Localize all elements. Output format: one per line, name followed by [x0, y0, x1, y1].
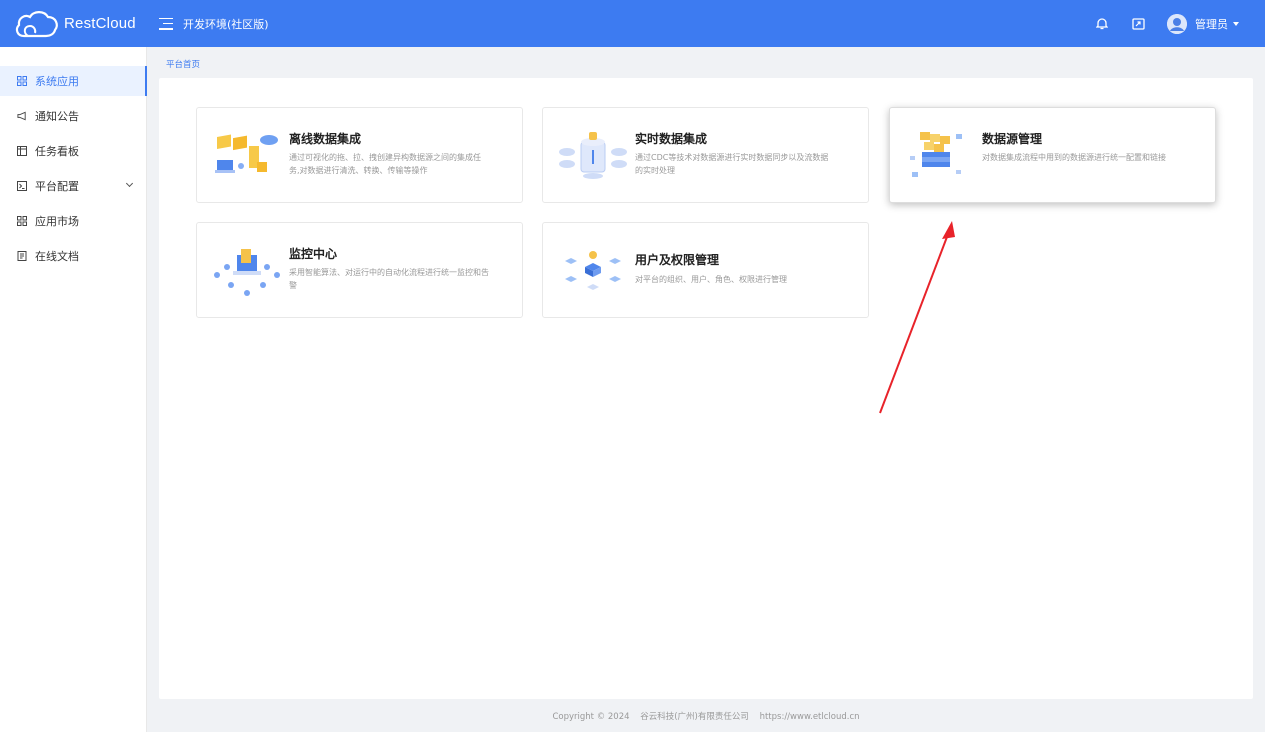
permission-illustration-icon [565, 251, 621, 290]
card-title: 用户及权限管理 [635, 253, 720, 267]
top-header: RestCloud 开发环境(社区版) 管理员 [0, 0, 1265, 47]
document-icon [17, 251, 27, 261]
sidebar-item-label: 通知公告 [35, 110, 79, 123]
cloud-logo-icon [15, 10, 58, 37]
sidebar-item-system-apps[interactable]: 系统应用 [0, 66, 147, 96]
footer-url[interactable]: https://www.etlcloud.cn [760, 712, 860, 722]
user-name[interactable]: 管理员 [1195, 16, 1228, 32]
etl-illustration-icon [215, 134, 278, 173]
footer-company: 谷云科技(广州)有限责任公司 [640, 712, 749, 722]
screen-share-icon[interactable] [1131, 17, 1145, 31]
terminal-icon [17, 181, 27, 191]
card-description: 通过CDC等技术对数据源进行实时数据同步以及流数据的实时处理 [635, 153, 829, 175]
card-title: 实时数据集成 [635, 132, 708, 146]
sidebar-item-label: 系统应用 [35, 75, 79, 88]
sidebar-item-task-board[interactable]: 任务看板 [0, 136, 146, 166]
card-offline-integration[interactable]: 离线数据集成 通过可视化的拖、拉、拽创建异构数据源之间的集成任务,对数据进行清洗… [196, 107, 523, 203]
card-datasource-management[interactable]: 数据源管理 对数据集成流程中用到的数据源进行统一配置和链接 [889, 107, 1216, 203]
bell-icon[interactable] [1095, 17, 1109, 31]
chevron-down-icon[interactable] [1233, 21, 1239, 26]
sidebar-item-label: 任务看板 [35, 145, 79, 158]
card-title: 监控中心 [289, 247, 338, 261]
card-description: 对数据集成流程中用到的数据源进行统一配置和链接 [982, 153, 1166, 162]
menu-toggle-icon[interactable] [159, 17, 173, 30]
megaphone-icon [17, 111, 27, 121]
sidebar-item-notices[interactable]: 通知公告 [0, 101, 146, 131]
card-title: 数据源管理 [982, 132, 1043, 146]
environment-title: 开发环境(社区版) [183, 17, 269, 31]
grid-icon [17, 216, 27, 226]
main-panel: 离线数据集成 通过可视化的拖、拉、拽创建异构数据源之间的集成任务,对数据进行清洗… [159, 78, 1253, 699]
footer-copyright: Copyright © 2024 [552, 712, 630, 722]
card-realtime-integration[interactable]: 实时数据集成 通过CDC等技术对数据源进行实时数据同步以及流数据的实时处理 [542, 107, 869, 203]
sidebar-item-app-market[interactable]: 应用市场 [0, 206, 146, 236]
sidebar: 系统应用 通知公告 任务看板 平台配置 应用市场 在线文档 [0, 47, 147, 732]
card-user-permission-management[interactable]: 用户及权限管理 对平台的组织、用户、角色、权限进行管理 [542, 222, 869, 318]
sidebar-item-label: 平台配置 [35, 180, 79, 193]
card-description: 通过可视化的拖、拉、拽创建异构数据源之间的集成任务,对数据进行清洗、转换、传输等… [289, 153, 481, 175]
avatar[interactable] [1167, 13, 1187, 34]
cdc-illustration-icon [559, 132, 627, 179]
monitor-illustration-icon [214, 249, 280, 296]
sidebar-item-platform-config[interactable]: 平台配置 [0, 171, 146, 201]
logo[interactable]: RestCloud [0, 0, 147, 47]
card-description: 对平台的组织、用户、角色、权限进行管理 [635, 275, 787, 284]
card-monitoring-center[interactable]: 监控中心 采用智能算法、对运行中的自动化流程进行统一监控和告警 [196, 222, 523, 318]
footer: Copyright © 2024 谷云科技(广州)有限责任公司 https://… [147, 710, 1265, 722]
logo-text: RestCloud [64, 15, 136, 32]
card-description: 采用智能算法、对运行中的自动化流程进行统一监控和告警 [289, 268, 489, 290]
sidebar-item-label: 在线文档 [35, 250, 79, 263]
card-title: 离线数据集成 [289, 132, 362, 146]
sidebar-item-online-docs[interactable]: 在线文档 [0, 241, 146, 271]
grid-icon [17, 76, 27, 86]
board-icon [17, 146, 27, 156]
chevron-down-icon[interactable] [125, 179, 134, 188]
breadcrumb[interactable]: 平台首页 [166, 58, 200, 70]
sidebar-item-label: 应用市场 [35, 215, 79, 228]
datasource-illustration-icon [910, 132, 962, 177]
